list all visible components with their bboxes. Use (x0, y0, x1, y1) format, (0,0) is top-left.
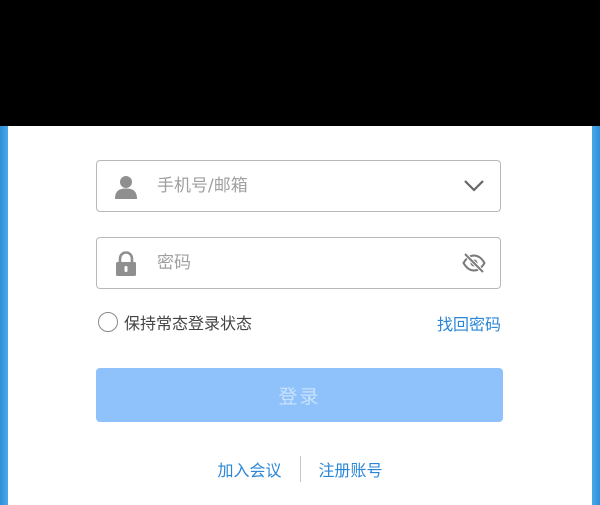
account-input[interactable] (157, 161, 457, 211)
account-field (96, 160, 501, 212)
login-panel: 保持常态登录状态 找回密码 登录 加入会议 注册账号 (8, 126, 592, 505)
user-icon (113, 174, 139, 200)
bottom-links: 加入会议 注册账号 (8, 456, 592, 482)
link-divider (299, 456, 301, 482)
window-frame-left (0, 126, 8, 505)
remember-login-option[interactable]: 保持常态登录状态 (98, 309, 252, 335)
black-top-region (0, 0, 600, 126)
window-frame-right (592, 126, 600, 505)
register-link[interactable]: 注册账号 (319, 457, 383, 481)
remember-radio[interactable] (98, 312, 118, 332)
lock-icon (113, 251, 139, 277)
forgot-password-link[interactable]: 找回密码 (437, 311, 501, 335)
remember-label: 保持常态登录状态 (124, 314, 253, 333)
eye-off-icon[interactable] (462, 252, 486, 274)
password-field (96, 237, 501, 289)
chevron-down-icon[interactable] (462, 175, 486, 197)
password-input[interactable] (157, 238, 457, 288)
login-button[interactable]: 登录 (96, 368, 503, 422)
join-meeting-link[interactable]: 加入会议 (217, 457, 281, 481)
